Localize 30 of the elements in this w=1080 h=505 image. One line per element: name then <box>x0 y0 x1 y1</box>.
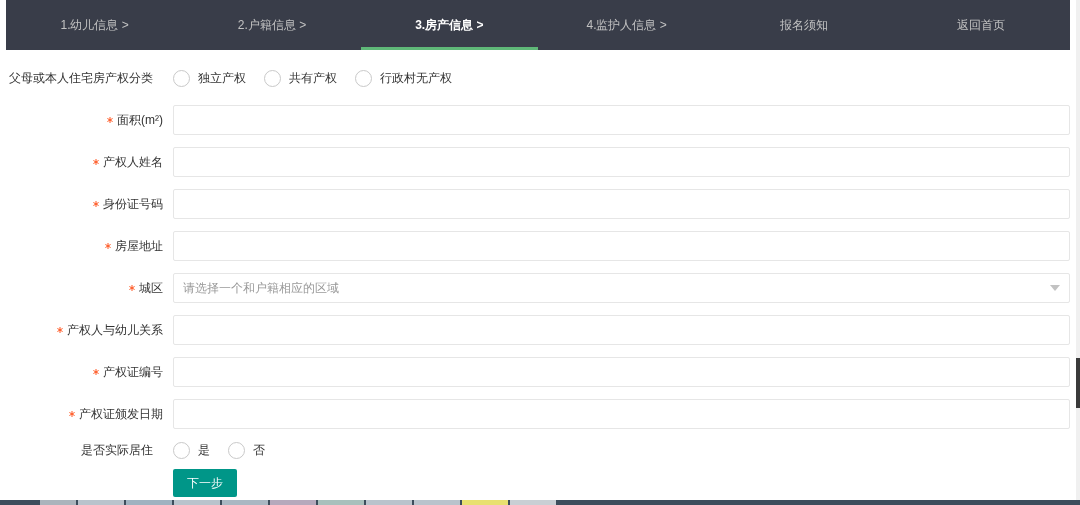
input-field[interactable] <box>173 231 1070 261</box>
field-label: 面积(m²) <box>117 112 163 129</box>
step-tab[interactable]: 2.户籍信息 > <box>183 0 361 50</box>
radio-option[interactable]: 独立产权 <box>173 69 246 87</box>
step-tab[interactable]: 1.幼儿信息 > <box>6 0 184 50</box>
radio-option[interactable]: 共有产权 <box>264 69 337 87</box>
field-label: 是否实际居住 <box>80 442 154 459</box>
input-field[interactable] <box>173 105 1070 135</box>
input-field[interactable] <box>173 189 1070 219</box>
field-label: 房屋地址 <box>115 238 163 255</box>
field-label: 产权人姓名 <box>103 154 163 171</box>
step-tab[interactable]: 4.监护人信息 > <box>538 0 716 50</box>
input-field[interactable] <box>173 357 1070 387</box>
input-field[interactable] <box>173 147 1070 177</box>
step-tab[interactable]: 返回首页 <box>892 0 1070 50</box>
step-tab[interactable]: 报名须知 <box>715 0 893 50</box>
radio-option[interactable]: 是 <box>173 441 210 459</box>
field-label: 产权证颁发日期 <box>79 406 163 423</box>
field-label: 父母或本人住宅房产权分类 <box>8 70 154 87</box>
radio-option[interactable]: 行政村无产权 <box>355 69 452 87</box>
field-label: 产权人与幼儿关系 <box>67 322 163 339</box>
next-button[interactable]: 下一步 <box>173 469 237 497</box>
dropdown-caret-icon <box>1050 285 1060 291</box>
field-label: 产权证编号 <box>103 364 163 381</box>
step-tab[interactable]: 3.房产信息 > <box>360 0 538 50</box>
input-field[interactable] <box>173 315 1070 345</box>
radio-option[interactable]: 否 <box>228 441 265 459</box>
field-label: 身份证号码 <box>103 196 163 213</box>
input-field[interactable] <box>173 399 1070 429</box>
field-label: 城区 <box>139 280 163 297</box>
